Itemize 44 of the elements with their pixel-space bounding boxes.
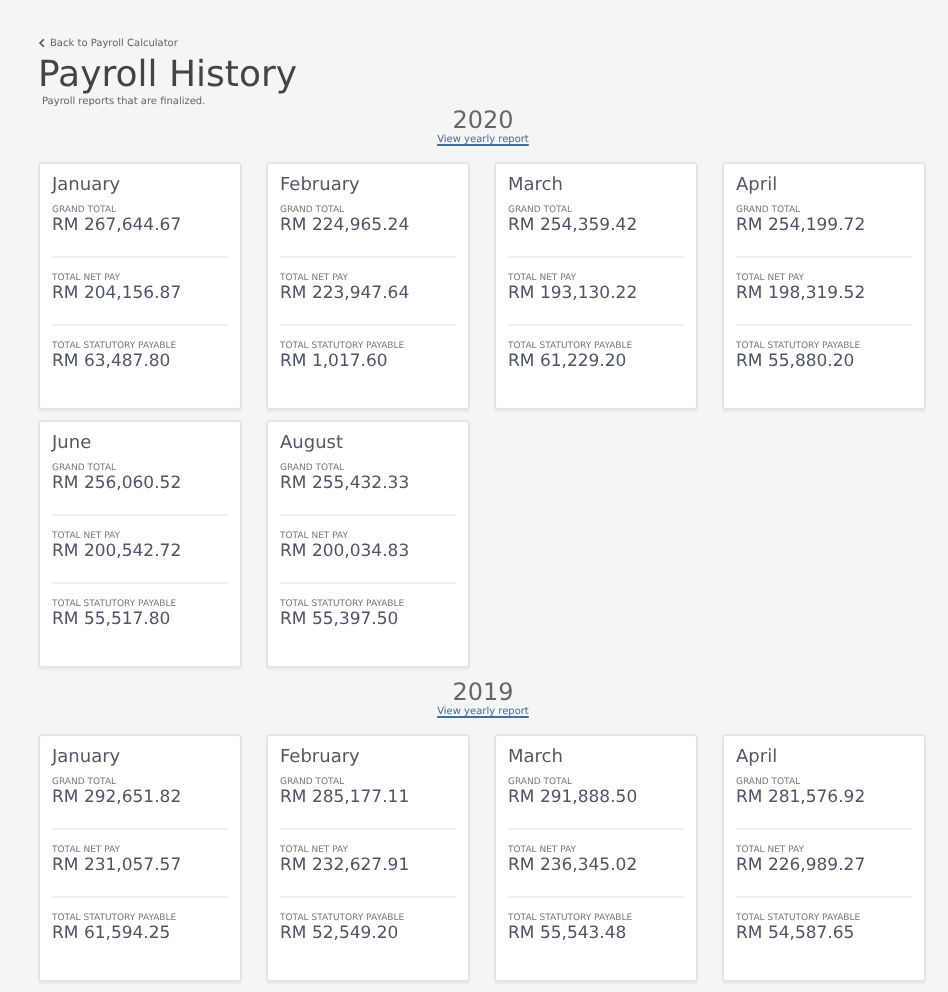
metric-value: RM 292,651.82 <box>52 788 184 810</box>
metric-value: RM 55,397.50 <box>280 610 401 632</box>
metric-value: RM 198,319.52 <box>736 284 868 306</box>
metric-value: RM 231,057.57 <box>52 856 184 878</box>
month-title: January <box>52 176 123 196</box>
metric-value: RM 63,487.80 <box>52 352 173 374</box>
metric-value: RM 254,199.72 <box>736 216 868 238</box>
year-heading: 2019 <box>452 680 514 706</box>
metric-value: RM 256,060.52 <box>52 474 184 496</box>
metric-value: RM 232,627.91 <box>280 856 412 878</box>
page-title: Payroll History <box>38 56 300 96</box>
metric-value: RM 224,965.24 <box>280 216 412 238</box>
metric-value: RM 291,888.50 <box>508 788 640 810</box>
month-title: February <box>280 176 362 196</box>
month-title: April <box>736 748 780 768</box>
month-title: March <box>508 748 565 768</box>
month-title: February <box>280 748 362 768</box>
metric-value: RM 285,177.11 <box>280 788 412 810</box>
metric-value: RM 193,130.22 <box>508 284 640 306</box>
metric-value: RM 54,587.65 <box>736 924 857 946</box>
month-title: June <box>52 434 94 454</box>
metric-value: RM 204,156.87 <box>52 284 184 306</box>
metric-value: RM 255,432.33 <box>280 474 412 496</box>
metric-value: RM 55,517.80 <box>52 610 173 632</box>
metric-value: RM 223,947.64 <box>280 284 412 306</box>
metric-value: RM 61,229.20 <box>508 352 629 374</box>
metric-value: RM 200,034.83 <box>280 542 412 564</box>
month-title: August <box>280 434 345 454</box>
month-title: January <box>52 748 123 768</box>
metric-value: RM 61,594.25 <box>52 924 173 946</box>
metric-value: RM 236,345.02 <box>508 856 640 878</box>
chevron-left-icon <box>38 38 46 48</box>
metric-value: RM 1,017.60 <box>280 352 390 374</box>
metric-value: RM 55,880.20 <box>736 352 857 374</box>
metric-value: RM 267,644.67 <box>52 216 184 238</box>
metric-value: RM 254,359.42 <box>508 216 640 238</box>
metric-value: RM 55,543.48 <box>508 924 629 946</box>
metric-value: RM 200,542.72 <box>52 542 184 564</box>
metric-value: RM 52,549.20 <box>280 924 401 946</box>
year-heading: 2020 <box>452 108 514 134</box>
metric-value: RM 226,989.27 <box>736 856 868 878</box>
month-title: March <box>508 176 565 196</box>
metric-value: RM 281,576.92 <box>736 788 868 810</box>
month-title: April <box>736 176 780 196</box>
